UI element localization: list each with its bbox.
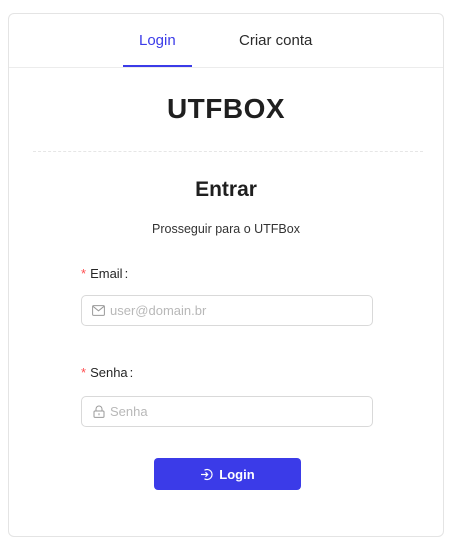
required-mark: * — [81, 365, 87, 380]
email-placeholder: user@domain.br — [110, 303, 207, 318]
tab-login[interactable]: Login — [139, 32, 176, 49]
email-field[interactable]: user@domain.br — [81, 295, 373, 326]
email-label-text: Email — [90, 266, 123, 281]
login-card: Login Criar conta UTFBOX Entrar Prossegu… — [8, 13, 444, 537]
senha-label: * Senha: — [81, 365, 133, 380]
tab-bar: Login Criar conta — [9, 14, 443, 68]
login-icon — [200, 468, 213, 481]
email-label: * Email: — [81, 266, 128, 281]
lock-icon — [92, 405, 105, 418]
password-placeholder: Senha — [110, 404, 148, 419]
password-field[interactable]: Senha — [81, 396, 373, 427]
tab-create-account[interactable]: Criar conta — [239, 32, 312, 49]
login-button-label: Login — [219, 466, 255, 482]
login-button[interactable]: Login — [154, 458, 301, 490]
required-mark: * — [81, 266, 87, 281]
active-tab-indicator — [123, 65, 192, 67]
label-colon: : — [129, 365, 134, 380]
form-heading: Entrar — [195, 178, 257, 201]
divider — [33, 151, 423, 152]
senha-label-text: Senha — [90, 365, 128, 380]
mail-icon — [92, 304, 105, 317]
form-subheading: Prosseguir para o UTFBox — [152, 222, 300, 236]
label-colon: : — [124, 266, 129, 281]
brand-title: UTFBOX — [166, 93, 286, 124]
